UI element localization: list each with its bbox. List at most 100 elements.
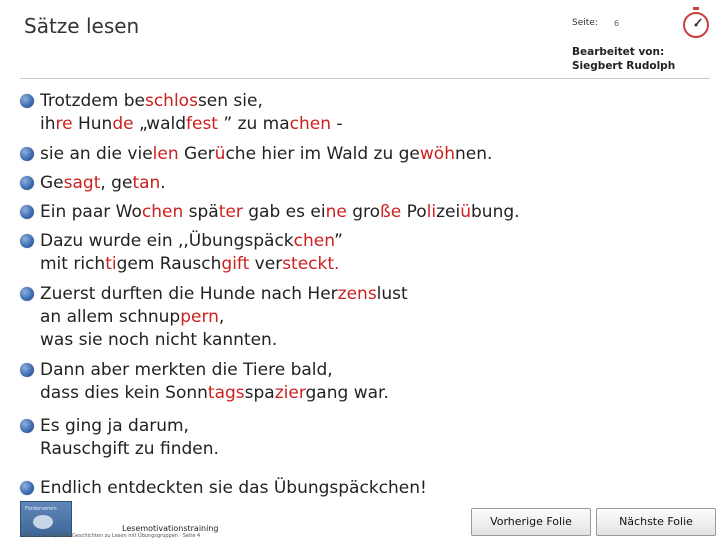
highlighted-syllable: chen <box>289 114 332 134</box>
sentence-line: dass dies kein Sonntagsspaziergang war. <box>40 382 389 405</box>
bullet-icon <box>20 287 34 301</box>
sentence-item: Trotzdem beschlossen sie, ihre Hunde „wal… <box>20 90 343 136</box>
highlighted-syllable: ne <box>325 202 347 222</box>
text-segment: Dann aber merkten die Tiere bald, <box>40 360 333 380</box>
highlighted-syllable: zens <box>337 284 377 304</box>
slide-title: Sätze lesen <box>24 14 140 38</box>
text-segment: che hier im Wald zu ge <box>225 144 420 164</box>
text-segment: gang war. <box>305 383 389 403</box>
highlighted-syllable: li <box>426 202 437 222</box>
bullet-icon <box>20 363 34 377</box>
highlighted-syllable: ße <box>380 202 402 222</box>
bullet-icon <box>20 234 34 248</box>
previous-slide-button[interactable]: Vorherige Folie <box>471 508 591 536</box>
highlighted-syllable: ti <box>105 254 117 274</box>
text-segment: Zuerst durften die Hunde nach Her <box>40 284 338 304</box>
highlighted-syllable: ü <box>214 144 226 164</box>
page-number: 6 <box>614 19 620 28</box>
highlighted-syllable: pern <box>180 307 219 327</box>
text-segment: ih <box>40 114 56 134</box>
highlighted-syllable: gift <box>221 254 250 274</box>
stopwatch-icon[interactable] <box>679 6 713 40</box>
text-segment: mit rich <box>40 254 106 274</box>
text-segment: sie an die vie <box>40 144 153 164</box>
text-segment: nen. <box>454 144 493 164</box>
text-segment: , ge <box>100 173 133 193</box>
text-segment: Rauschgift zu finden. <box>40 439 219 459</box>
text-segment: spa <box>244 383 275 403</box>
sentence-line: Es ging ja darum, <box>40 415 219 438</box>
text-segment: dass dies kein Sonn <box>40 383 208 403</box>
sentence-line: Trotzdem beschlossen sie, <box>40 90 343 113</box>
sentence-item: sie an die vielen Gerüche hier im Wald z… <box>20 143 492 166</box>
highlighted-syllable: ü <box>460 202 471 222</box>
logo-text: Förderverein <box>25 506 57 512</box>
highlighted-syllable: len <box>152 144 179 164</box>
sentence-line: was sie noch nicht kannten. <box>40 329 408 352</box>
text-segment: Es ging ja darum, <box>40 416 189 436</box>
author-name: Siegbert Rudolph <box>572 60 676 72</box>
sentence-item: Zuerst durften die Hunde nach Herzenslus… <box>20 283 408 352</box>
text-segment: Dazu wurde ein ,,Übungs <box>40 231 254 251</box>
author-label: Bearbeitet von: <box>572 46 665 58</box>
highlighted-syllable: tan <box>132 173 161 193</box>
text-segment: „wald <box>133 114 186 134</box>
text-segment: ver <box>249 254 283 274</box>
text-segment: Ge <box>40 173 64 193</box>
text-segment: , <box>218 307 225 327</box>
sentence-line: an allem schnuppern, <box>40 306 408 329</box>
highlighted-syllable: zier <box>274 383 306 403</box>
sentence-item: Dazu wurde ein ,,Übungspäckchen” mit rich… <box>20 230 343 276</box>
text-segment: Ger <box>178 144 215 164</box>
bullet-icon <box>20 147 34 161</box>
footer-subtitle: Teil 1 · Sätze/Texte/Geschichten zu Lese… <box>24 533 201 539</box>
text-segment: sen sie, <box>197 91 263 111</box>
page-label: Seite: <box>572 18 598 28</box>
sentence-line: Zuerst durften die Hunde nach Herzenslus… <box>40 283 408 306</box>
logo-mark <box>33 515 53 529</box>
bullet-icon <box>20 481 34 495</box>
text-segment: lust <box>376 284 408 304</box>
highlighted-syllable: de <box>112 114 134 134</box>
text-segment: Hun <box>72 114 113 134</box>
text-segment: an allem schnup <box>40 307 181 327</box>
footer-title: Lesemotivationstraining <box>122 524 219 533</box>
sentence-item: Es ging ja darum, Rauschgift zu finden. <box>20 415 219 461</box>
text-segment: ” <box>334 231 343 251</box>
bullet-icon <box>20 94 34 108</box>
text-segment: Trotzdem be <box>40 91 145 111</box>
sentence-line: Dann aber merkten die Tiere bald, <box>40 359 389 382</box>
logo: Förderverein <box>20 501 72 537</box>
next-slide-button[interactable]: Nächste Folie <box>596 508 716 536</box>
highlighted-syllable: tags <box>207 383 245 403</box>
author-info: Bearbeitet von: Siegbert Rudolph <box>572 45 675 73</box>
bullet-icon <box>20 205 34 219</box>
sentence-line: Rauschgift zu finden. <box>40 438 219 461</box>
highlighted-syllable: re <box>55 114 73 134</box>
text-segment: päck <box>253 231 294 251</box>
highlighted-syllable: fest <box>186 114 218 134</box>
highlighted-syllable: chen <box>293 231 335 251</box>
highlighted-syllable: ter <box>218 202 243 222</box>
text-segment: was sie noch nicht kannten. <box>40 330 278 350</box>
sentence-line: Dazu wurde ein ,,Übungspäckchen” <box>40 230 343 253</box>
highlighted-syllable: sagt <box>63 173 101 193</box>
bullet-icon <box>20 176 34 190</box>
sentence-line: mit richtigem Rauschgift versteckt. <box>40 253 343 276</box>
sentence-line: Gesagt, getan. <box>40 172 166 195</box>
sentence-item: Dann aber merkten die Tiere bald, dass di… <box>20 359 389 405</box>
text-segment: ” zu ma <box>217 114 290 134</box>
highlighted-syllable: wöh <box>419 144 455 164</box>
text-segment: gro <box>346 202 381 222</box>
text-segment: . <box>160 173 166 193</box>
sentence-line: ihre Hunde „waldfest ” zu machen - <box>40 113 343 136</box>
text-segment: gab es ei <box>242 202 326 222</box>
highlighted-syllable: steckt. <box>282 254 340 274</box>
text-segment: Po <box>401 202 427 222</box>
text-segment: spä <box>183 202 219 222</box>
sentence-item: Gesagt, getan. <box>20 172 166 195</box>
text-segment: gem Rausch <box>116 254 222 274</box>
bullet-icon <box>20 419 34 433</box>
sentence-line: Ein paar Wochen später gab es eine große… <box>40 201 520 224</box>
sentence-item: Ein paar Wochen später gab es eine große… <box>20 201 520 224</box>
